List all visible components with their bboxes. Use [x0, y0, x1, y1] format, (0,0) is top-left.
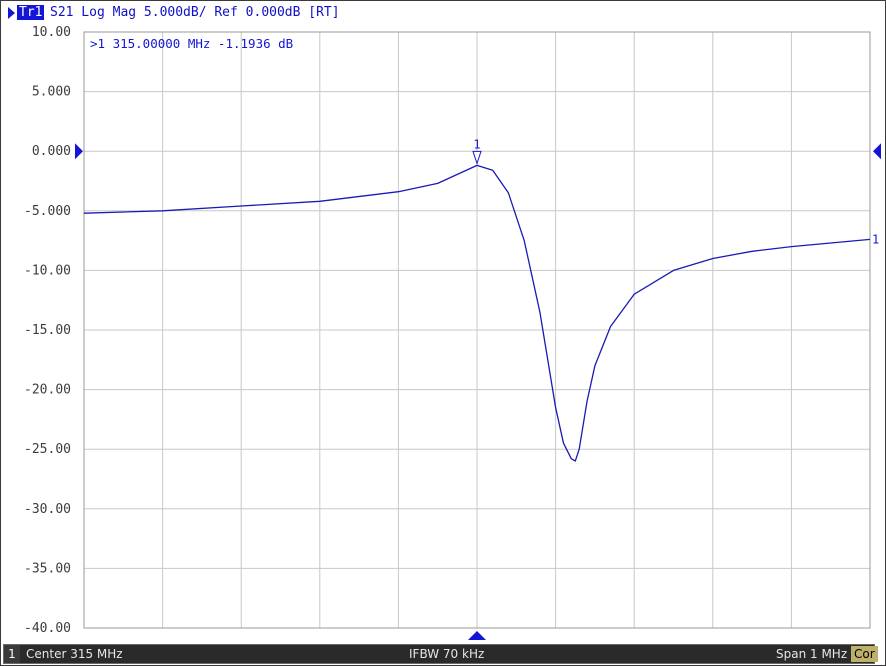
correction-badge[interactable]: Cor	[851, 646, 878, 662]
y-tick-label: -40.00	[24, 621, 71, 636]
marker-readout: >1 315.00000 MHz -1.1936 dB	[90, 36, 293, 51]
marker-label: 1	[473, 137, 480, 151]
y-tick-label: -35.00	[24, 561, 71, 576]
ifbw-setting[interactable]: IFBW 70 kHz	[409, 645, 484, 663]
trace-end-label: 1	[872, 232, 879, 246]
status-bar: 1 Center 315 MHz IFBW 70 kHz Span 1 MHz …	[3, 644, 878, 664]
y-tick-label: -20.00	[24, 383, 71, 398]
y-tick-label: 10.00	[32, 25, 71, 40]
vna-screen: Tr1 S21 Log Mag 5.000dB/ Ref 0.000dB [RT…	[0, 0, 886, 666]
plot-area[interactable]: 10.00 5.000 0.000 -5.000 -10.00 -15.00 -20.00 -…	[0, 0, 886, 644]
stimulus-marker-icon	[468, 631, 486, 640]
y-tick-label: -30.00	[24, 502, 71, 517]
grid	[83, 31, 871, 629]
center-frequency[interactable]: Center 315 MHz	[26, 645, 123, 663]
y-tick-label: -5.000	[24, 204, 71, 219]
marker-triangle-icon	[472, 150, 482, 166]
ref-level-left-icon	[75, 143, 83, 160]
marker-layer: 11	[75, 137, 881, 640]
y-tick-labels: 10.00 5.000 0.000 -5.000 -10.00 -15.00 -20.00 -…	[24, 25, 71, 636]
channel-number[interactable]: 1	[4, 645, 20, 663]
span-setting[interactable]: Span 1 MHz	[776, 645, 847, 663]
y-tick-label: -10.00	[24, 263, 71, 278]
y-tick-label: -15.00	[24, 323, 71, 338]
y-tick-label: 5.000	[32, 85, 71, 100]
y-tick-label: 0.000	[32, 144, 71, 159]
ref-level-right-icon	[873, 143, 881, 160]
y-tick-label: -25.00	[24, 442, 71, 457]
